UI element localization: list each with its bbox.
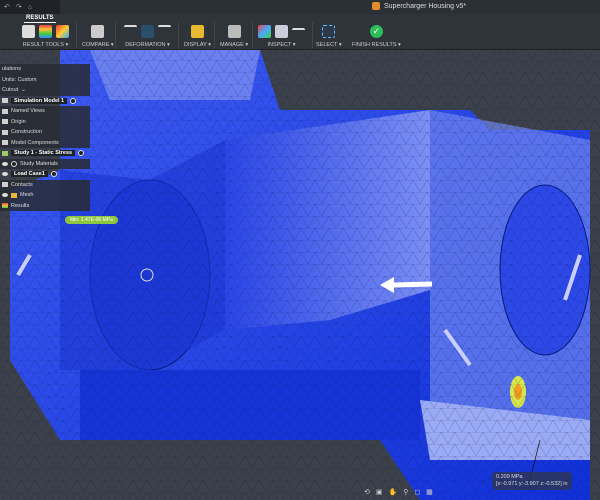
deformation-scaled-icon bbox=[158, 24, 171, 38]
legend-icon bbox=[39, 24, 52, 38]
tree-item-study[interactable]: Study 1 - Static Stress bbox=[0, 148, 90, 159]
camera-icon bbox=[22, 24, 35, 38]
contacts-icon bbox=[2, 182, 8, 188]
gear-icon bbox=[78, 150, 85, 157]
deformation-group[interactable]: DEFORMATION ▾ bbox=[124, 23, 171, 48]
folder-icon bbox=[2, 140, 8, 146]
manage-icon bbox=[227, 24, 241, 38]
gear-icon bbox=[50, 171, 57, 178]
eye-icon bbox=[2, 193, 8, 198]
tab-results[interactable]: RESULTS bbox=[24, 14, 56, 23]
inspect-group[interactable]: INSPECT ▾ bbox=[258, 23, 305, 48]
display-group[interactable]: DISPLAY ▾ bbox=[184, 23, 211, 48]
quick-access-toolbar: ↶ ↷ ⌂ bbox=[0, 0, 60, 14]
home-icon[interactable]: ⌂ bbox=[28, 4, 32, 11]
title-bar: ↶ ↷ ⌂ Supercharger Housing v5* bbox=[0, 0, 600, 14]
tree-item-construction[interactable]: Construction bbox=[0, 127, 90, 138]
inspect-icon bbox=[258, 24, 271, 38]
deformation-actual-icon bbox=[141, 24, 154, 38]
compare-icon bbox=[91, 24, 105, 38]
ribbon-toolbar: RESULTS RESULT TOOLS ▾ COMPARE ▾ DEFORMA… bbox=[0, 14, 600, 50]
folder-icon bbox=[2, 108, 8, 114]
result-tools-group[interactable]: RESULT TOOLS ▾ bbox=[22, 23, 69, 48]
min-value-badge: Min: 1.47E-06 MPa bbox=[65, 216, 118, 224]
manage-group[interactable]: MANAGE ▾ bbox=[220, 23, 248, 48]
results-icon bbox=[2, 203, 8, 209]
mesh-icon bbox=[11, 192, 17, 198]
finish-results-button[interactable]: ✓ FINISH RESULTS ▾ bbox=[352, 23, 401, 48]
model-icon bbox=[2, 98, 8, 104]
undo-icon[interactable]: ↶ bbox=[4, 3, 10, 11]
eye-icon bbox=[2, 161, 8, 166]
section-icon bbox=[292, 27, 305, 41]
probe-icon bbox=[275, 24, 288, 38]
contour-icon bbox=[56, 24, 69, 38]
folder-icon bbox=[2, 129, 8, 135]
tree-item-simulation-model[interactable]: Simulation Model 1 bbox=[0, 96, 90, 107]
navigation-bar: ⟲ ▣ ✋ ⚲ ◻ ▦ bbox=[364, 488, 433, 496]
display-icon bbox=[191, 24, 204, 38]
select-icon bbox=[322, 24, 336, 38]
tree-item-load-case[interactable]: Load Case1 bbox=[0, 169, 90, 180]
checkmark-icon: ✓ bbox=[369, 24, 383, 38]
select-group[interactable]: SELECT ▾ bbox=[316, 23, 342, 48]
browser-tree: ulations Units: Custom Cutout ⌄ Simulati… bbox=[0, 64, 90, 211]
tree-item-model-components[interactable]: Model Components bbox=[0, 137, 90, 148]
materials-icon bbox=[11, 160, 17, 167]
tree-item-study-materials[interactable]: Study Materials bbox=[0, 158, 90, 169]
folder-icon bbox=[2, 119, 8, 125]
document-title[interactable]: Supercharger Housing v5* bbox=[372, 2, 466, 10]
stress-model-viewport[interactable] bbox=[0, 0, 600, 500]
redo-icon[interactable]: ↷ bbox=[16, 3, 22, 11]
zoom-icon[interactable]: ⚲ bbox=[403, 488, 408, 496]
orbit-icon[interactable]: ⟲ bbox=[364, 488, 370, 496]
pan-icon[interactable]: ✋ bbox=[389, 488, 398, 496]
tree-item[interactable]: ulations bbox=[0, 64, 90, 75]
grid-icon[interactable]: ▦ bbox=[426, 488, 433, 496]
gear-icon bbox=[70, 97, 77, 104]
document-icon bbox=[372, 2, 380, 10]
units-item[interactable]: Units: Custom bbox=[0, 74, 90, 85]
tree-item-origin[interactable]: Origin bbox=[0, 116, 90, 127]
tree-item-contacts[interactable]: Contacts bbox=[0, 179, 90, 190]
eye-icon bbox=[2, 172, 8, 177]
tree-item-results[interactable]: Results bbox=[0, 200, 90, 211]
probe-label: 0.209 MPa [x:-0.971 y:-3.907 z:-0.532] in bbox=[492, 472, 572, 490]
deformation-none-icon bbox=[124, 24, 137, 38]
display-settings-icon[interactable]: ◻ bbox=[414, 488, 420, 496]
tree-item-mesh[interactable]: Mesh bbox=[0, 190, 90, 201]
tree-item-named-views[interactable]: Named Views bbox=[0, 106, 90, 117]
compare-group[interactable]: COMPARE ▾ bbox=[82, 23, 114, 48]
cutout-item[interactable]: Cutout ⌄ bbox=[0, 85, 90, 96]
study-icon bbox=[2, 150, 8, 156]
look-at-icon[interactable]: ▣ bbox=[376, 488, 383, 496]
